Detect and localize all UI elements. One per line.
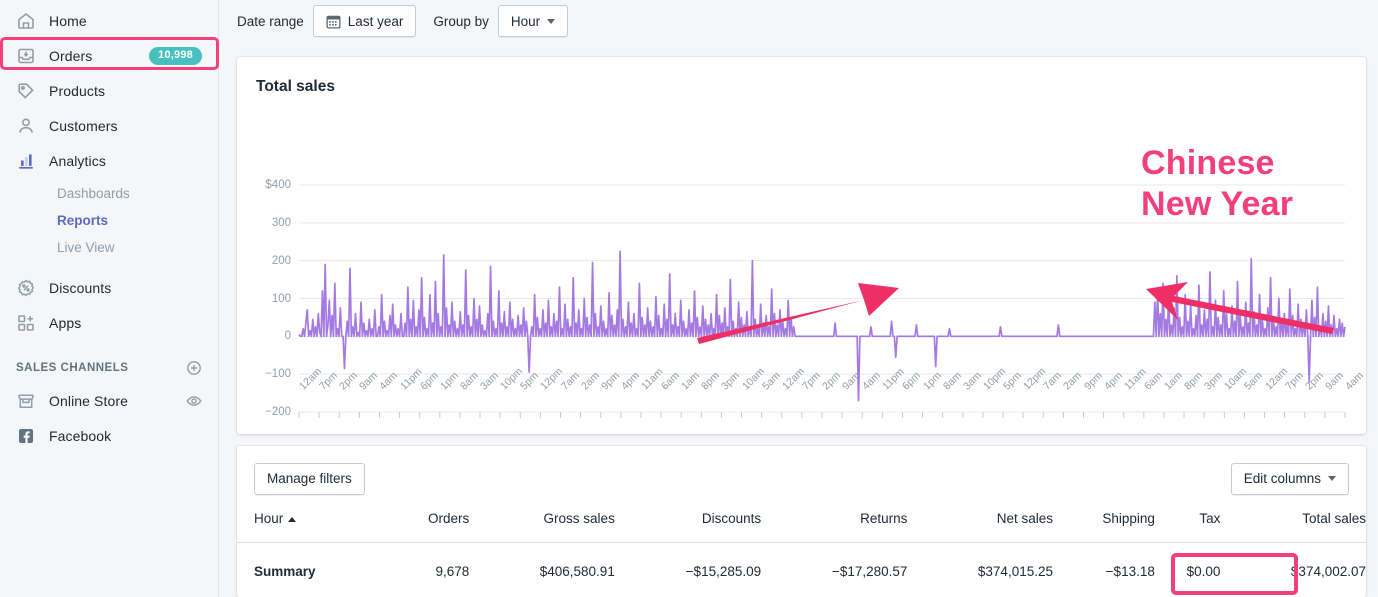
report-toolbar: Date range Last year Group by Hour xyxy=(219,0,1378,42)
sidebar-item-label: Discounts xyxy=(49,280,111,296)
sort-ascending-icon xyxy=(288,517,296,522)
sidebar-item-apps[interactable]: Apps xyxy=(8,308,210,338)
x-axis-labels: 12am7pm2pm9am4am11pm6pm1pm8am3am10pm5pm1… xyxy=(237,375,1366,434)
sidebar-subitem-reports[interactable]: Reports xyxy=(8,208,210,234)
table-column-header[interactable]: Gross sales xyxy=(469,511,615,543)
table-cell: $374,015.25 xyxy=(907,543,1053,597)
sidebar: Home Orders 10,998 Products xyxy=(0,0,219,597)
tag-icon xyxy=(16,81,36,101)
sidebar-item-label: Analytics xyxy=(49,153,106,169)
discount-percent-icon xyxy=(16,278,36,298)
apps-grid-plus-icon xyxy=(16,313,36,333)
table-column-header[interactable]: Hour xyxy=(237,511,389,543)
table-cell: −$17,280.57 xyxy=(761,543,907,597)
sidebar-subitem-dashboards[interactable]: Dashboards xyxy=(8,181,210,207)
table-cell: −$15,285.09 xyxy=(615,543,761,597)
add-sales-channel-icon[interactable] xyxy=(186,360,202,376)
table-cell: $374,002.07 xyxy=(1220,543,1366,597)
table-column-header-label: Net sales xyxy=(997,511,1053,526)
table-cell: 9,678 xyxy=(389,543,469,597)
sidebar-item-customers[interactable]: Customers xyxy=(8,111,210,141)
sidebar-item-label: Apps xyxy=(49,315,81,331)
table-cell: Summary xyxy=(237,543,389,597)
eye-icon[interactable] xyxy=(186,393,202,409)
table-column-header-label: Orders xyxy=(428,511,469,526)
sidebar-item-home[interactable]: Home xyxy=(8,6,210,36)
table-column-header[interactable]: Net sales xyxy=(907,511,1053,543)
orders-count-badge: 10,998 xyxy=(149,47,202,65)
app-root: Home Orders 10,998 Products xyxy=(0,0,1378,597)
table-cell: −$13.18 xyxy=(1053,543,1155,597)
table-column-header-label: Gross sales xyxy=(544,511,615,526)
chevron-down-icon xyxy=(1328,476,1336,481)
table-column-header-label: Shipping xyxy=(1102,511,1155,526)
person-icon xyxy=(16,116,36,136)
facebook-icon xyxy=(16,426,36,446)
table-cell: $406,580.91 xyxy=(469,543,615,597)
total-sales-chart-card: Total sales −200−1000100200300$400 12am7… xyxy=(237,57,1366,434)
group-by-value: Hour xyxy=(511,14,540,29)
sidebar-item-label: Facebook xyxy=(49,428,111,444)
edit-columns-button[interactable]: Edit columns xyxy=(1231,463,1349,495)
manage-filters-label: Manage filters xyxy=(267,471,352,486)
sidebar-item-label: Customers xyxy=(49,118,118,134)
storefront-icon xyxy=(16,391,36,411)
sidebar-item-label: Products xyxy=(49,83,105,99)
sidebar-subitem-live-view[interactable]: Live View xyxy=(8,235,210,261)
sidebar-item-online-store[interactable]: Online Store xyxy=(8,386,210,416)
sidebar-item-products[interactable]: Products xyxy=(8,76,210,106)
table-column-header-label: Discounts xyxy=(702,511,761,526)
sidebar-item-facebook[interactable]: Facebook xyxy=(8,421,210,451)
chevron-down-icon xyxy=(547,19,555,24)
date-range-label: Date range xyxy=(237,14,304,29)
table-column-header[interactable]: Tax xyxy=(1155,511,1221,543)
sidebar-item-label: Orders xyxy=(49,48,92,64)
group-by-label: Group by xyxy=(433,14,489,29)
report-table-card: Manage filters Edit columns Hour Orders Gr… xyxy=(237,446,1366,597)
table-body: Summary9,678$406,580.91−$15,285.09−$17,2… xyxy=(237,543,1366,597)
table-column-header[interactable]: Shipping xyxy=(1053,511,1155,543)
sidebar-item-orders[interactable]: Orders 10,998 xyxy=(8,41,210,71)
orders-inbox-icon xyxy=(16,46,36,66)
table-header-row: Hour Orders Gross sales Discounts Returns Net… xyxy=(237,511,1366,543)
filter-bar: Manage filters Edit columns xyxy=(237,446,1366,511)
table-column-header-label: Hour xyxy=(254,511,283,526)
table-column-header-label: Tax xyxy=(1199,511,1220,526)
date-range-button[interactable]: Last year xyxy=(313,5,417,37)
table-column-header[interactable]: Orders xyxy=(389,511,469,543)
group-by-select[interactable]: Hour xyxy=(498,5,568,37)
table-column-header[interactable]: Returns xyxy=(761,511,907,543)
sidebar-item-discounts[interactable]: Discounts xyxy=(8,273,210,303)
main-content: Date range Last year Group by Hour xyxy=(219,0,1378,597)
calendar-icon xyxy=(326,14,341,29)
table-cell: $0.00 xyxy=(1155,543,1221,597)
bar-chart-icon xyxy=(16,151,36,171)
table-row[interactable]: Summary9,678$406,580.91−$15,285.09−$17,2… xyxy=(237,543,1366,597)
sales-channels-label: Sales channels xyxy=(16,362,128,374)
table-column-header-label: Returns xyxy=(860,511,907,526)
table-column-header-label: Total sales xyxy=(1302,511,1366,526)
edit-columns-label: Edit columns xyxy=(1244,471,1321,486)
table-column-header[interactable]: Total sales xyxy=(1220,511,1366,543)
sidebar-item-label: Online Store xyxy=(49,393,128,409)
sales-channels-header: Sales channels xyxy=(8,358,210,378)
date-range-value: Last year xyxy=(348,14,404,29)
manage-filters-button[interactable]: Manage filters xyxy=(254,463,365,495)
sidebar-item-analytics[interactable]: Analytics xyxy=(8,146,210,176)
home-icon xyxy=(16,11,36,31)
table-column-header[interactable]: Discounts xyxy=(615,511,761,543)
report-table: Hour Orders Gross sales Discounts Returns Net… xyxy=(237,511,1366,597)
sidebar-item-label: Home xyxy=(49,13,87,29)
